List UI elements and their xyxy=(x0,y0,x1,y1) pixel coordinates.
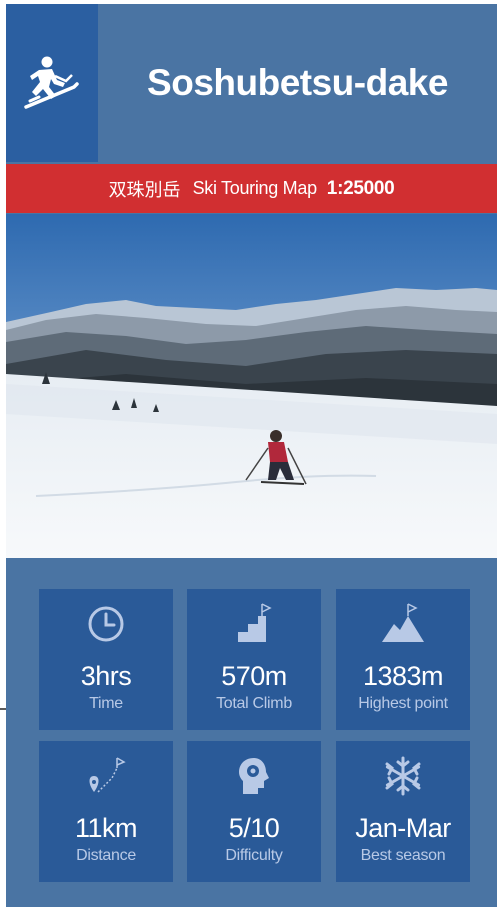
ski-touring-icon xyxy=(24,56,79,109)
stat-label: Distance xyxy=(76,847,136,864)
snowflake-icon xyxy=(385,756,421,796)
stat-value: 3hrs xyxy=(80,661,132,691)
stat-value: Jan-Mar xyxy=(355,813,451,843)
skier-photo xyxy=(6,214,497,558)
banner-kanji: 双珠別岳 xyxy=(108,179,181,201)
stairs-flag-icon xyxy=(238,603,272,642)
stat-label: Best season xyxy=(360,847,446,864)
stat-tile-best-season: Jan-Mar Best season xyxy=(336,741,470,882)
header: Soshubetsu-dake xyxy=(6,4,497,162)
stat-value: 1383m xyxy=(362,661,444,691)
stat-label: Highest point xyxy=(358,695,448,712)
stat-value: 11km xyxy=(74,813,138,843)
stat-tile-total-climb: 570m Total Climb xyxy=(187,589,321,730)
clock-icon xyxy=(88,606,124,642)
stat-label: Total Climb xyxy=(216,695,292,712)
stat-tile-highest-point: 1383m Highest point xyxy=(336,589,470,730)
stat-value: 5/10 xyxy=(228,813,280,843)
route-pin-icon xyxy=(89,757,126,793)
banner-map-name: Ski Touring Map xyxy=(192,178,318,198)
stat-label: Time xyxy=(89,695,123,712)
stat-label: Difficulty xyxy=(225,847,283,864)
stats-grid: 3hrs Time 570m Total Climb 1383m Highest… xyxy=(6,558,497,907)
map-banner: 双珠別岳 Ski Touring Map 1:25000 xyxy=(6,164,497,213)
banner-scale: 1:25000 xyxy=(326,177,395,199)
stat-tile-time: 3hrs Time xyxy=(39,589,173,730)
page-title: Soshubetsu-dake xyxy=(147,62,448,103)
logo-box xyxy=(6,4,98,162)
stat-value: 570m xyxy=(221,661,287,691)
brain-gear-icon xyxy=(239,758,269,794)
map-card: Soshubetsu-dake 双珠別岳 Ski Touring Map 1:2… xyxy=(6,4,497,907)
stat-tile-distance: 11km Distance xyxy=(39,741,173,882)
mountain-flag-icon xyxy=(382,603,424,642)
stat-tile-difficulty: 5/10 Difficulty xyxy=(187,741,321,882)
